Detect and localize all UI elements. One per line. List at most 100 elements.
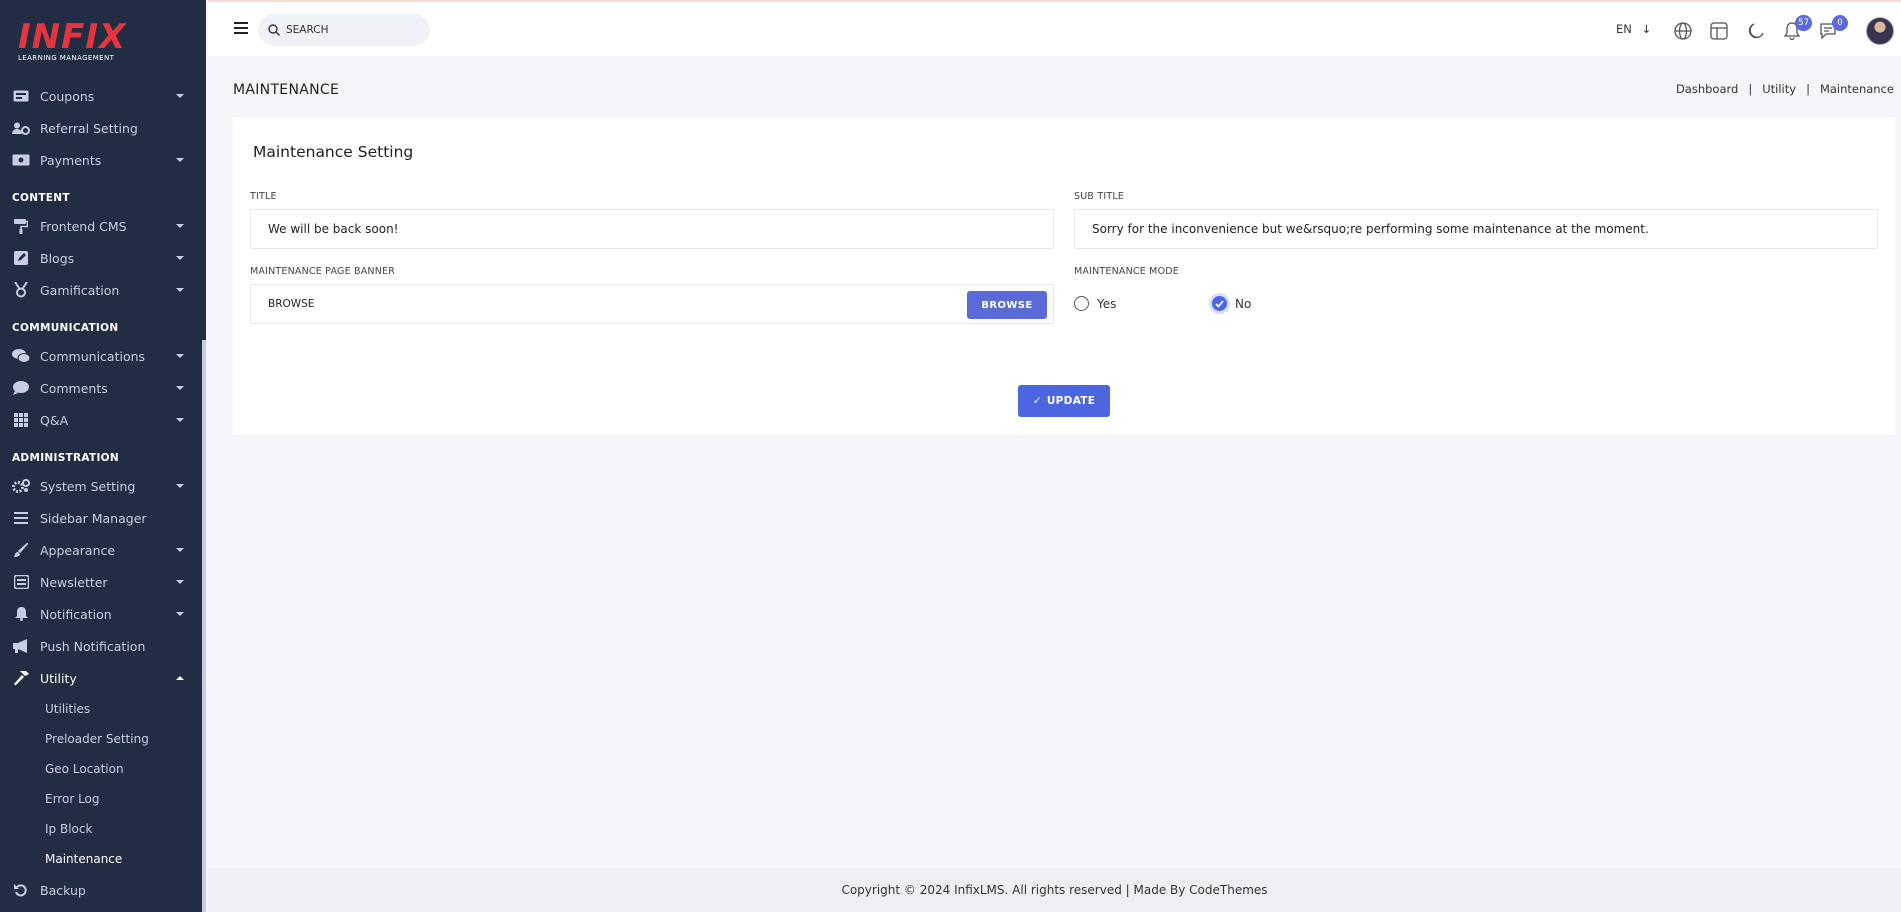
message-icon[interactable]: 0 <box>1818 15 1848 41</box>
chevron-up-icon <box>176 676 184 680</box>
message-badge: 0 <box>1832 15 1848 31</box>
browse-button[interactable]: BROWSE <box>967 291 1047 319</box>
mode-yes-label: Yes <box>1097 296 1117 311</box>
sidebar-item-label: Communications <box>40 348 146 364</box>
sidebar-item-label: Newsletter <box>40 574 108 590</box>
search-icon <box>268 21 280 40</box>
sidebar-item-label: Blogs <box>40 250 75 266</box>
sidebar-item-utility[interactable]: Utility <box>0 662 202 694</box>
sidebar-item-label: Q&A <box>40 412 69 428</box>
undo-icon <box>12 883 30 897</box>
chat-icon <box>12 349 30 363</box>
section-content: CONTENT <box>12 192 70 204</box>
moon-icon[interactable] <box>1746 21 1766 41</box>
sidebar-item-label: Payments <box>40 152 102 168</box>
update-button-label: UPDATE <box>1046 395 1096 407</box>
sidebar-item-qa[interactable]: Q&A <box>0 404 202 436</box>
sidebar-item-label: Comments <box>40 380 108 396</box>
page-title: MAINTENANCE <box>233 82 340 98</box>
menu-toggle-icon[interactable] <box>234 22 248 34</box>
sidebar-item-backup[interactable]: Backup <box>0 874 202 906</box>
logo-text: INFIX <box>18 17 127 57</box>
bell-icon <box>12 607 30 621</box>
sidebar-subitem-utilities[interactable]: Utilities <box>0 694 202 724</box>
sidebar-item-label: Push Notification <box>40 638 146 654</box>
sidebar-item-appearance[interactable]: Appearance <box>0 534 202 566</box>
sidebar-item-blogs[interactable]: Blogs <box>0 242 202 274</box>
users-cog-icon <box>12 121 30 135</box>
footer-copyright: Copyright © 2024 InfixLMS. All rights re… <box>841 883 1268 897</box>
chevron-down-icon <box>176 612 184 616</box>
language-selector[interactable]: EN ↓ <box>1616 22 1651 36</box>
brush-icon <box>12 543 30 557</box>
chevron-down-icon <box>176 158 184 162</box>
breadcrumb-utility[interactable]: Utility <box>1762 82 1796 96</box>
check-icon: ✓ <box>1032 395 1042 407</box>
breadcrumb-dashboard[interactable]: Dashboard <box>1676 82 1738 96</box>
banner-file-field[interactable]: BROWSE BROWSE <box>250 284 1054 324</box>
globe-icon[interactable] <box>1673 21 1693 41</box>
chevron-down-icon <box>176 418 184 422</box>
section-administration: ADMINISTRATION <box>12 452 119 464</box>
notification-bell-icon[interactable]: 57 <box>1782 15 1812 41</box>
sidebar-subitem-error-log[interactable]: Error Log <box>0 784 202 814</box>
sidebar-item-newsletter[interactable]: Newsletter <box>0 566 202 598</box>
subtitle-label: SUB TITLE <box>1074 191 1125 202</box>
sidebar-subitem-geo-location[interactable]: Geo Location <box>0 754 202 784</box>
sidebar-item-referral-setting[interactable]: Referral Setting <box>0 112 202 144</box>
title-field[interactable]: We will be back soon! <box>250 209 1054 249</box>
sidebar-item-label: Frontend CMS <box>40 218 127 234</box>
layout-icon[interactable] <box>1709 21 1729 41</box>
sidebar-item-label: Appearance <box>40 542 116 558</box>
megaphone-icon <box>12 639 30 653</box>
sidebar-item-push-notification[interactable]: Push Notification <box>0 630 202 662</box>
comment-icon <box>12 381 30 395</box>
sidebar-item-payments[interactable]: Payments <box>0 144 202 176</box>
card-title: Maintenance Setting <box>253 143 414 161</box>
sidebar-subitem-maintenance[interactable]: Maintenance <box>0 844 202 874</box>
breadcrumb: Dashboard | Utility | Maintenance <box>1676 82 1894 96</box>
breadcrumb-maintenance[interactable]: Maintenance <box>1820 82 1894 96</box>
sidebar-scrollbar[interactable] <box>202 340 206 912</box>
banner-label: MAINTENANCE PAGE BANNER <box>250 266 396 277</box>
breadcrumb-separator: | <box>1748 82 1753 96</box>
search-box[interactable] <box>258 14 430 46</box>
sidebar-item-notification[interactable]: Notification <box>0 598 202 630</box>
sidebar-item-label: Coupons <box>40 88 95 104</box>
chevron-down-icon <box>176 94 184 98</box>
chevron-down-icon <box>176 484 184 488</box>
newsletter-icon <box>12 575 30 589</box>
sidebar-item-sidebar-manager[interactable]: Sidebar Manager <box>0 502 202 534</box>
arrow-down-icon: ↓ <box>1641 22 1652 36</box>
sidebar-item-label: Sidebar Manager <box>40 510 147 526</box>
medal-icon <box>12 282 30 298</box>
sidebar-item-system-setting[interactable]: System Setting <box>0 470 202 502</box>
sidebar-item-coupons[interactable]: Coupons <box>0 80 202 112</box>
grid-icon <box>12 413 30 427</box>
sidebar-item-label: Utility <box>40 670 77 686</box>
sidebar-item-frontend-cms[interactable]: Frontend CMS <box>0 210 202 242</box>
sidebar-item-comments[interactable]: Comments <box>0 372 202 404</box>
subtitle-field-value: Sorry for the inconvenience but we&rsquo… <box>1092 222 1649 236</box>
sidebar-item-gamification[interactable]: Gamification <box>0 274 202 306</box>
chevron-down-icon <box>176 354 184 358</box>
chevron-down-icon <box>176 580 184 584</box>
update-button[interactable]: ✓ UPDATE <box>1018 385 1110 417</box>
sidebar-subitem-ip-block[interactable]: Ip Block <box>0 814 202 844</box>
sidebar-nav: Coupons Referral Setting Payments CONTEN… <box>0 80 202 906</box>
sidebar-subitem-preloader-setting[interactable]: Preloader Setting <box>0 724 202 754</box>
search-input[interactable] <box>286 24 416 36</box>
chevron-down-icon <box>176 288 184 292</box>
mode-no-label: No <box>1235 296 1252 311</box>
subtitle-field[interactable]: Sorry for the inconvenience but we&rsquo… <box>1074 209 1878 249</box>
mode-no-radio[interactable]: No <box>1212 296 1251 311</box>
sidebar-item-label: Notification <box>40 606 112 622</box>
logo[interactable]: INFIX LEARNING MANAGEMENT <box>18 18 138 64</box>
sidebar: INFIX LEARNING MANAGEMENT Coupons Referr… <box>0 0 206 912</box>
coupon-icon <box>12 89 30 103</box>
avatar[interactable] <box>1866 17 1894 45</box>
topbar: EN ↓ 57 0 <box>208 0 1901 56</box>
sidebar-item-communications[interactable]: Communications <box>0 340 202 372</box>
mode-yes-radio[interactable]: Yes <box>1074 296 1116 311</box>
edit-icon <box>12 251 30 265</box>
